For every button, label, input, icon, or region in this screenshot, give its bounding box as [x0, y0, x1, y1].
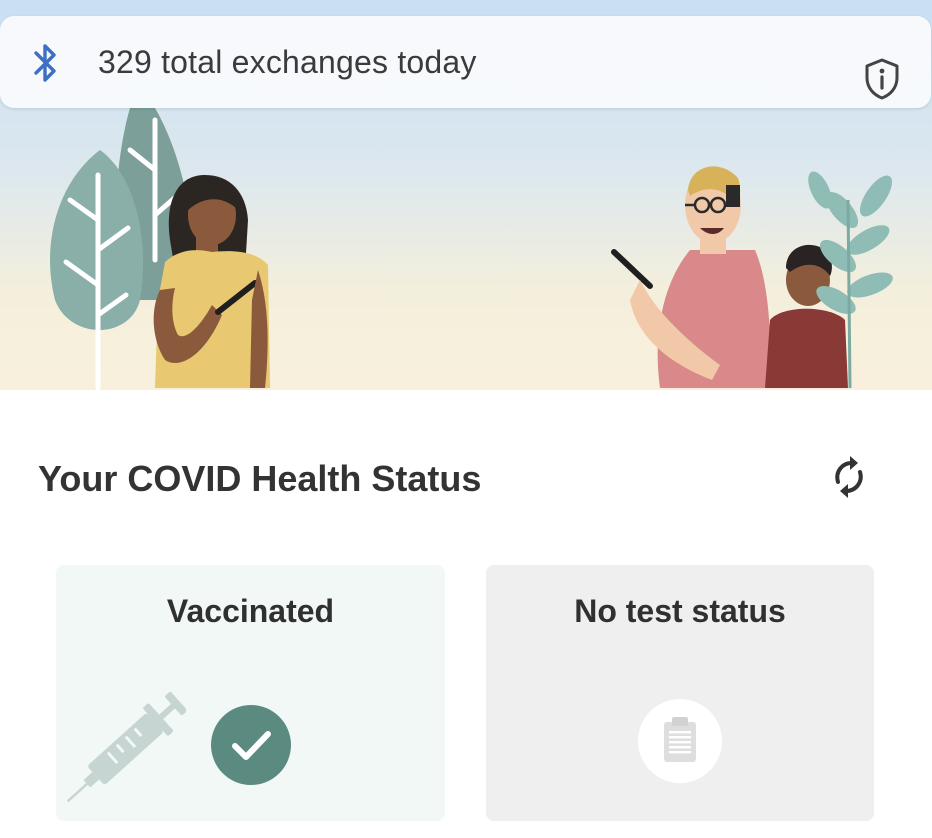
- vaccination-status-label: Vaccinated: [166, 593, 335, 629]
- test-status-card[interactable]: No test status: [486, 565, 874, 821]
- vaccination-status-card[interactable]: Vaccinated: [56, 565, 445, 821]
- check-icon: [211, 705, 291, 785]
- app-screen: 329 total exchanges today Your COVID Hea…: [0, 0, 932, 838]
- bluetooth-icon: [34, 44, 56, 82]
- shield-info-icon[interactable]: [862, 57, 902, 101]
- refresh-icon[interactable]: [826, 452, 872, 502]
- page-title: Your COVID Health Status: [38, 458, 482, 499]
- test-status-label: No test status: [574, 593, 786, 629]
- syringe-icon: [66, 691, 186, 803]
- exchange-count-text: 329 total exchanges today: [98, 44, 477, 80]
- clipboard-icon: [638, 699, 722, 783]
- exposure-summary-bar[interactable]: 329 total exchanges today: [0, 16, 931, 108]
